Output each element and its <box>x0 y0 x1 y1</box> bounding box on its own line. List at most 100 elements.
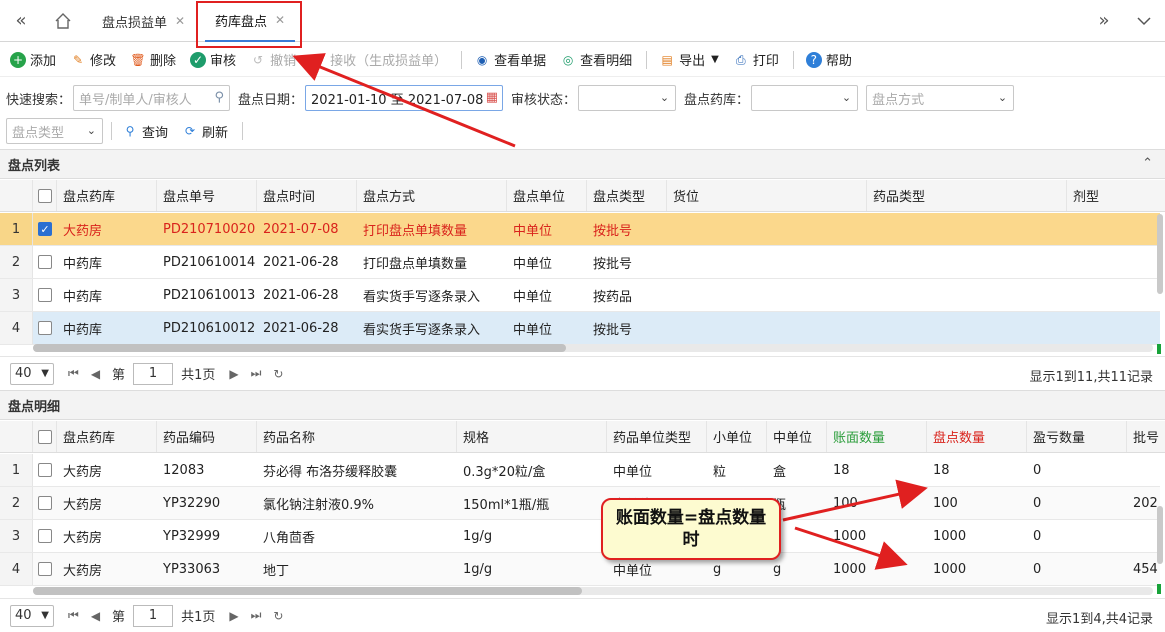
page-size-select[interactable]: 40 ▼ <box>10 362 54 385</box>
add-button[interactable]: + 添加 <box>10 50 56 69</box>
select-all-checkbox[interactable] <box>33 421 57 452</box>
column-header[interactable]: 药品单位类型 <box>607 421 707 452</box>
page-size-value: 40 <box>15 366 32 381</box>
receive-button[interactable]: ✔ 接收（生成损益单） <box>310 50 447 70</box>
next-page-icon[interactable]: ▶ <box>229 609 238 623</box>
detail-horizontal-scrollbar[interactable] <box>33 587 1153 595</box>
table-row[interactable]: 4 中药库 PD210610012 2021-06-28 看实货手写逐条录入 中单位 按批号 <box>0 312 1160 345</box>
column-header[interactable]: 盘点时间 <box>257 180 357 211</box>
table-row[interactable]: 3 中药库 PD210610013 2021-06-28 看实货手写逐条录入 中单位 按药品 <box>0 279 1160 312</box>
reload-icon[interactable]: ↻ <box>273 609 283 623</box>
revoke-button[interactable]: ↺ 撤销 <box>250 50 296 70</box>
first-page-icon[interactable]: ⏮ <box>68 366 79 381</box>
chevron-up-icon[interactable]: ⌃ <box>1142 156 1153 171</box>
column-header[interactable]: 小单位 <box>707 421 767 452</box>
column-header[interactable]: 盘点单号 <box>157 180 257 211</box>
column-header-count-qty[interactable]: 盘点数量 <box>927 421 1027 452</box>
eye-icon: ◉ <box>476 52 488 67</box>
page-size-value: 40 <box>15 608 32 623</box>
print-button[interactable]: ⎙ 打印 <box>733 50 779 70</box>
column-header[interactable]: 剂型 <box>1067 180 1165 211</box>
page-number-input[interactable]: 1 <box>133 362 174 385</box>
scroll-thumb[interactable] <box>33 344 566 352</box>
help-button[interactable]: ? 帮助 <box>805 50 852 69</box>
table-row[interactable]: 4 大药房 YP33063 地丁 1g/g 中单位 g g 1000 1000 0 454 <box>0 553 1160 586</box>
column-header[interactable]: 盘点药库 <box>57 180 157 211</box>
last-page-icon[interactable]: ⏭ <box>251 608 262 623</box>
first-page-icon[interactable]: ⏮ <box>68 608 79 623</box>
export-button[interactable]: ▤ 导出 ▼ <box>659 50 718 70</box>
quick-search-placeholder: 单号/制单人/审核人 <box>79 92 192 108</box>
row-checkbox[interactable] <box>33 246 57 278</box>
close-icon[interactable]: ✕ <box>275 13 285 27</box>
row-checkbox[interactable] <box>33 520 57 552</box>
row-checkbox[interactable] <box>33 487 57 519</box>
store-label: 盘点药库： <box>684 92 750 108</box>
type-select[interactable]: 盘点类型 ⌄ <box>6 118 103 144</box>
audit-status-select[interactable]: ⌄ <box>578 85 677 111</box>
table-cell: PD210710020 <box>163 221 256 237</box>
column-header[interactable]: 盈亏数量 <box>1027 421 1127 452</box>
view-detail-button[interactable]: ◎ 查看明细 <box>560 50 632 70</box>
row-checkbox[interactable] <box>33 454 57 486</box>
table-row[interactable]: 1 ✓ 大药房 PD210710020 2021-07-08 打印盘点单填数量 中单位 按批号 <box>0 213 1160 246</box>
date-range-input[interactable]: 2021-01-10 至 2021-07-08 ▦ <box>305 85 504 111</box>
column-header[interactable]: 货位 <box>667 180 867 211</box>
prev-page-icon[interactable]: ◀ <box>91 609 100 623</box>
query-button[interactable]: ⚲ 查询 <box>122 122 168 141</box>
list-horizontal-scrollbar[interactable] <box>33 344 1153 352</box>
column-header[interactable]: 盘点类型 <box>587 180 667 211</box>
edit-button[interactable]: ✎ 修改 <box>70 50 116 70</box>
row-checkbox[interactable] <box>33 312 57 344</box>
scroll-thumb[interactable] <box>33 587 582 595</box>
home-icon[interactable] <box>42 0 84 41</box>
tab-bar: « 盘点损益单 ✕ 药库盘点 ✕ » <box>0 0 1165 42</box>
column-header[interactable]: 药品名称 <box>257 421 457 452</box>
table-cell: 18 <box>833 462 850 478</box>
row-checkbox[interactable]: ✓ <box>33 213 57 245</box>
chevron-down-icon[interactable] <box>1123 0 1165 41</box>
tab-stocktake-pl[interactable]: 盘点损益单 ✕ <box>92 0 195 42</box>
close-icon[interactable]: ✕ <box>175 14 185 28</box>
refresh-button[interactable]: ⟳ 刷新 <box>182 122 228 141</box>
table-cell: 粒 <box>713 464 727 480</box>
table-row[interactable]: 3 大药房 YP32999 八角茴香 1g/g 1000 1000 0 <box>0 520 1160 553</box>
page-number-input[interactable]: 1 <box>133 604 174 627</box>
audit-button[interactable]: ✓ 审核 <box>190 50 236 69</box>
list-vertical-scrollbar[interactable] <box>1157 214 1163 294</box>
scroll-right-icon[interactable]: » <box>1083 0 1125 41</box>
column-header[interactable]: 规格 <box>457 421 607 452</box>
reload-icon[interactable]: ↻ <box>273 367 283 381</box>
column-header[interactable]: 药品类型 <box>867 180 1067 211</box>
row-number: 2 <box>0 487 33 519</box>
column-header[interactable]: 盘点单位 <box>507 180 587 211</box>
table-cell: 0 <box>1033 561 1042 577</box>
calendar-icon[interactable]: ▦ <box>486 90 498 105</box>
column-header-book-qty[interactable]: 账面数量 <box>827 421 927 452</box>
tab-warehouse-stocktake[interactable]: 药库盘点 ✕ <box>205 0 296 42</box>
page-size-select[interactable]: 40 ▼ <box>10 604 54 627</box>
detail-vertical-scrollbar[interactable] <box>1157 506 1163 564</box>
store-select[interactable]: ⌄ <box>751 85 859 111</box>
view-document-button[interactable]: ◉ 查看单据 <box>474 50 546 70</box>
table-row[interactable]: 1 大药房 12083 芬必得 布洛芬缓释胶囊 0.3g*20粒/盒 中单位 粒 盒 18 18 0 <box>0 454 1160 487</box>
table-row[interactable]: 2 中药库 PD210610014 2021-06-28 打印盘点单填数量 中单位 按批号 <box>0 246 1160 279</box>
method-select[interactable]: 盘点方式 ⌄ <box>866 85 1015 111</box>
column-header[interactable]: 中单位 <box>767 421 827 452</box>
select-all-checkbox[interactable] <box>33 180 57 211</box>
next-page-icon[interactable]: ▶ <box>229 367 238 381</box>
quick-search-input[interactable]: 单号/制单人/审核人 ⚲ <box>73 85 231 111</box>
column-header[interactable]: 批号 <box>1127 421 1165 452</box>
row-checkbox[interactable] <box>33 279 57 311</box>
column-header[interactable]: 盘点方式 <box>357 180 507 211</box>
collapse-left-icon[interactable]: « <box>0 0 42 41</box>
prev-page-icon[interactable]: ◀ <box>91 367 100 381</box>
column-header[interactable]: 药品编码 <box>157 421 257 452</box>
last-page-icon[interactable]: ⏭ <box>251 366 262 381</box>
column-header[interactable]: 盘点药库 <box>57 421 157 452</box>
table-cell: 1000 <box>833 561 867 577</box>
table-row[interactable]: 2大药房YP32290氯化钠注射液0.9%150ml*1瓶/瓶中单位瓶10010… <box>0 487 1160 520</box>
row-checkbox[interactable] <box>33 553 57 585</box>
row-number: 1 <box>0 454 33 486</box>
delete-button[interactable]: 🗑 删除 <box>130 50 176 70</box>
